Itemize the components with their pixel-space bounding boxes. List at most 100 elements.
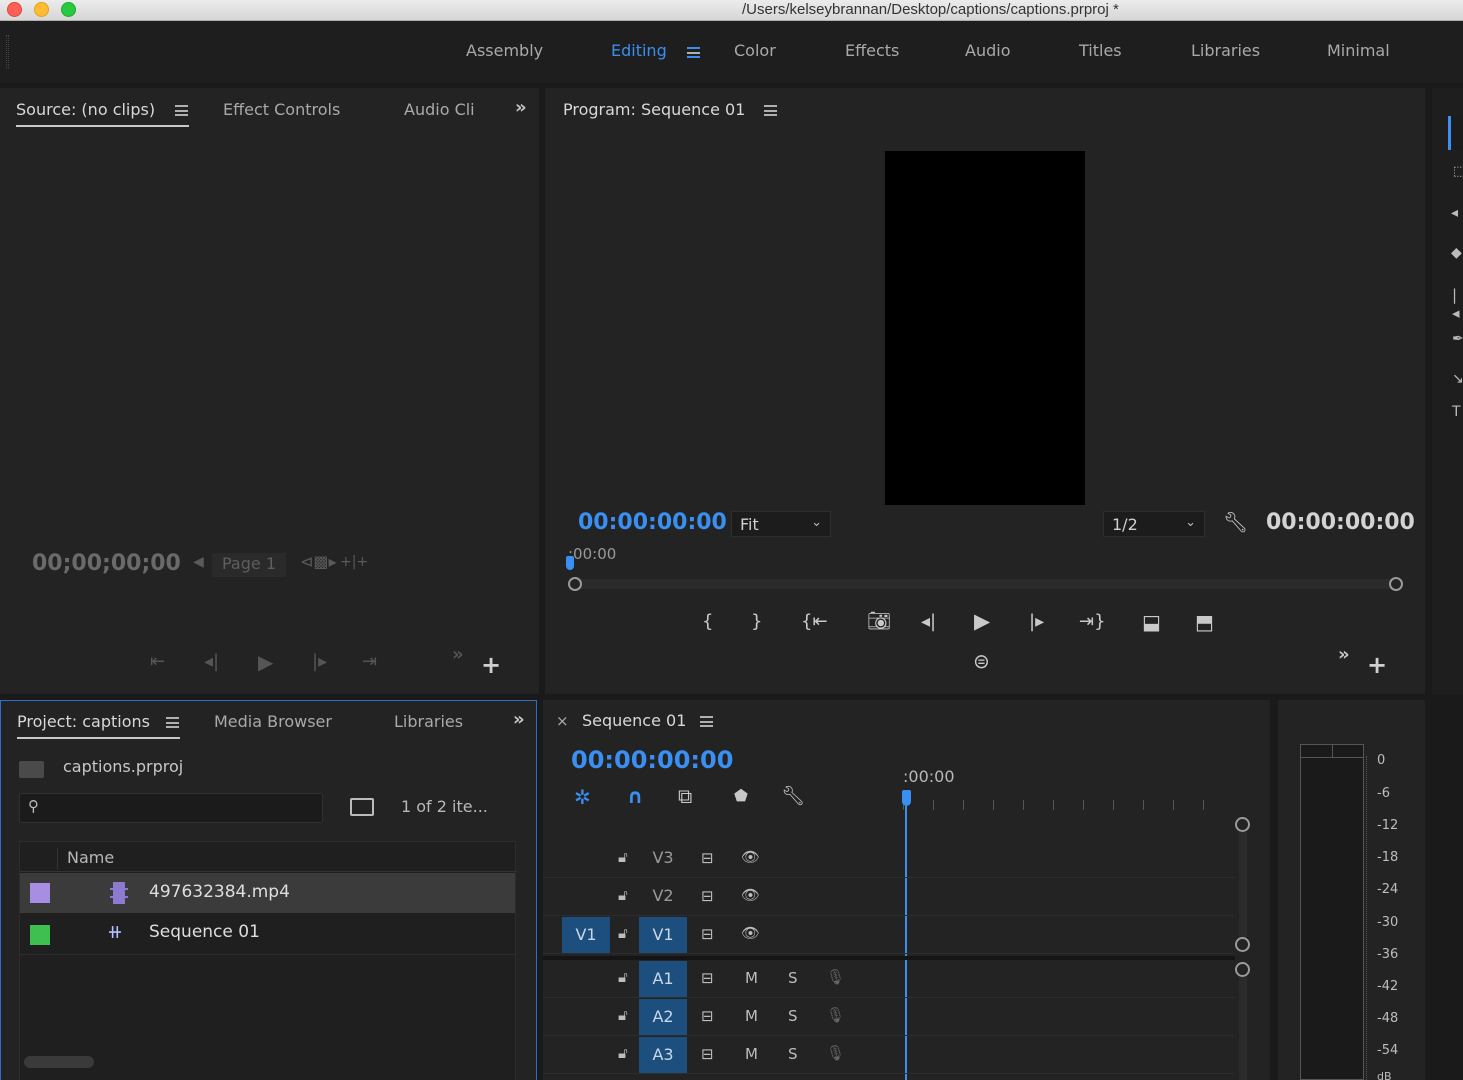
drag-grip[interactable] [6,35,9,69]
program-zoom-scrollbar[interactable] [575,579,1395,589]
workspace-titles[interactable]: Titles [1079,41,1122,60]
tab-media-browser[interactable]: Media Browser [214,712,332,731]
step-back-icon[interactable]: ◂| [921,611,936,632]
voiceover-mic-icon[interactable]: 🎙︎ [826,968,845,986]
snap-magnet-icon[interactable]: ∩ [627,784,643,808]
button-editor-plus-icon[interactable]: + [1367,653,1387,677]
mark-out-icon[interactable]: } [751,611,762,632]
lift-icon[interactable]: ⬓ [1142,610,1161,634]
workspace-assembly[interactable]: Assembly [466,41,543,60]
comparison-view-icon[interactable]: ⊜ [973,649,990,673]
label-color-swatch[interactable] [30,925,50,945]
go-to-out-icon[interactable]: ⇥ [362,651,377,672]
video-zoom-handle-top[interactable] [1235,817,1250,832]
zoom-handle-left[interactable] [568,577,582,591]
solo-button[interactable]: S [788,969,798,987]
audio-zoom-handle-top[interactable] [1235,962,1250,977]
tab-libraries[interactable]: Libraries [394,712,463,731]
extract-icon[interactable]: ⬒ [1195,610,1214,634]
button-editor-plus-icon[interactable]: + [481,653,501,677]
page-selector[interactable]: Page 1 [212,553,286,577]
track-label-a3[interactable]: A3 [639,1037,687,1073]
nest-sequence-icon[interactable]: ✲ [574,785,591,809]
project-search-field[interactable]: ⚲ [19,793,323,823]
program-monitor-title[interactable]: Program: Sequence 01 [563,100,745,119]
list-item[interactable]: ⧺ Sequence 01 [20,913,515,955]
column-name-header[interactable]: Name [67,848,114,867]
voiceover-mic-icon[interactable]: 🎙︎ [826,1006,845,1024]
search-input[interactable] [48,797,318,819]
playback-resolution-dropdown[interactable]: 1/2 ⌄ [1103,511,1205,537]
solo-button[interactable]: S [788,1007,798,1025]
track-label-v3[interactable]: V3 [639,840,687,876]
mute-button[interactable]: M [745,1045,758,1063]
minimize-window-button[interactable] [34,2,49,17]
video-zoom-handle-bottom[interactable] [1235,937,1250,952]
linked-selection-icon[interactable]: ⧉ [678,784,692,808]
mute-button[interactable]: M [745,1007,758,1025]
eye-toggle-icon[interactable]: 👁︎ [741,924,760,942]
label-color-swatch[interactable] [30,883,50,903]
solo-button[interactable]: S [788,1045,798,1063]
source-patch-v1[interactable]: V1 [562,917,610,953]
source-panel-menu-icon[interactable] [175,105,188,116]
mark-in-icon[interactable]: { [702,611,713,632]
type-tool-icon[interactable]: T [1452,404,1461,420]
program-playhead[interactable] [566,556,574,570]
workspace-audio[interactable]: Audio [965,41,1010,60]
eye-toggle-icon[interactable]: 👁︎ [741,886,760,904]
program-panel-menu-icon[interactable] [764,105,777,116]
add-marker-icon[interactable]: ⬟ [734,786,748,805]
lock-icon[interactable]: 🔓︎ [618,1044,628,1062]
go-to-in-icon[interactable]: {⇤ [801,611,828,632]
sync-lock-icon[interactable]: ⊟ [701,1007,714,1025]
program-video-frame[interactable] [885,151,1085,505]
sync-lock-icon[interactable]: ⊟ [701,887,714,905]
selection-tool-icon[interactable] [1448,116,1463,150]
zoom-fit-dropdown[interactable]: Fit ⌄ [731,511,831,537]
workspace-libraries[interactable]: Libraries [1191,41,1260,60]
ripple-edit-tool-icon[interactable]: ◂ [1451,205,1458,221]
horizontal-scrollbar[interactable] [24,1056,94,1068]
tab-sequence-01[interactable]: Sequence 01 [582,711,686,730]
lock-icon[interactable]: 🔓︎ [618,1006,628,1024]
tab-audio-clip-mixer[interactable]: Audio Cli [404,100,475,119]
lock-icon[interactable]: 🔓︎ [618,968,628,986]
track-label-v2[interactable]: V2 [639,878,687,914]
lock-icon[interactable]: 🔓︎ [618,886,628,904]
audio-tracks-scrollbar[interactable] [1239,977,1247,1080]
more-controls-chevron-icon[interactable]: » [452,644,464,665]
track-label-a2[interactable]: A2 [639,999,687,1035]
sync-lock-icon[interactable]: ⊟ [701,925,714,943]
rolling-edit-tool-icon[interactable]: ◆ [1451,245,1462,261]
workspace-menu-icon[interactable] [687,47,700,58]
tab-source[interactable]: Source: (no clips) [16,100,155,119]
close-tab-icon[interactable]: × [556,712,569,730]
tab-project[interactable]: Project: captions [17,712,150,731]
step-back-icon[interactable]: ◂| [204,651,219,672]
wrench-settings-icon[interactable]: 🔧︎ [1223,510,1248,534]
razor-tool-icon[interactable]: |◂ [1452,286,1463,322]
sync-lock-icon[interactable]: ⊟ [701,1045,714,1063]
prev-page-icon[interactable]: ◀ [193,554,204,570]
zoom-window-button[interactable] [61,2,76,17]
more-tabs-chevron-icon[interactable]: » [515,97,527,118]
more-tabs-chevron-icon[interactable]: » [513,709,525,730]
lock-icon[interactable]: 🔓︎ [618,848,628,866]
page-spread-icon[interactable]: +|+ [340,554,368,570]
workspace-color[interactable]: Color [734,41,776,60]
lock-icon[interactable]: 🔓︎ [618,924,628,942]
export-frame-camera-icon[interactable]: 📷︎ [867,609,891,632]
more-controls-chevron-icon[interactable]: » [1338,644,1350,665]
sync-lock-icon[interactable]: ⊟ [701,969,714,987]
video-tracks-scrollbar[interactable] [1239,832,1247,937]
timeline-playhead-timecode[interactable]: 00:00:00:00 [571,746,733,774]
mute-button[interactable]: M [745,969,758,987]
eye-toggle-icon[interactable]: 👁︎ [741,848,760,866]
play-icon[interactable]: ▶ [258,650,273,674]
tab-effect-controls[interactable]: Effect Controls [223,100,340,119]
timeline-playhead-handle[interactable] [902,790,911,806]
timeline-settings-wrench-icon[interactable]: 🔧︎ [781,784,805,807]
project-panel-menu-icon[interactable] [166,717,179,728]
workspace-effects[interactable]: Effects [845,41,899,60]
